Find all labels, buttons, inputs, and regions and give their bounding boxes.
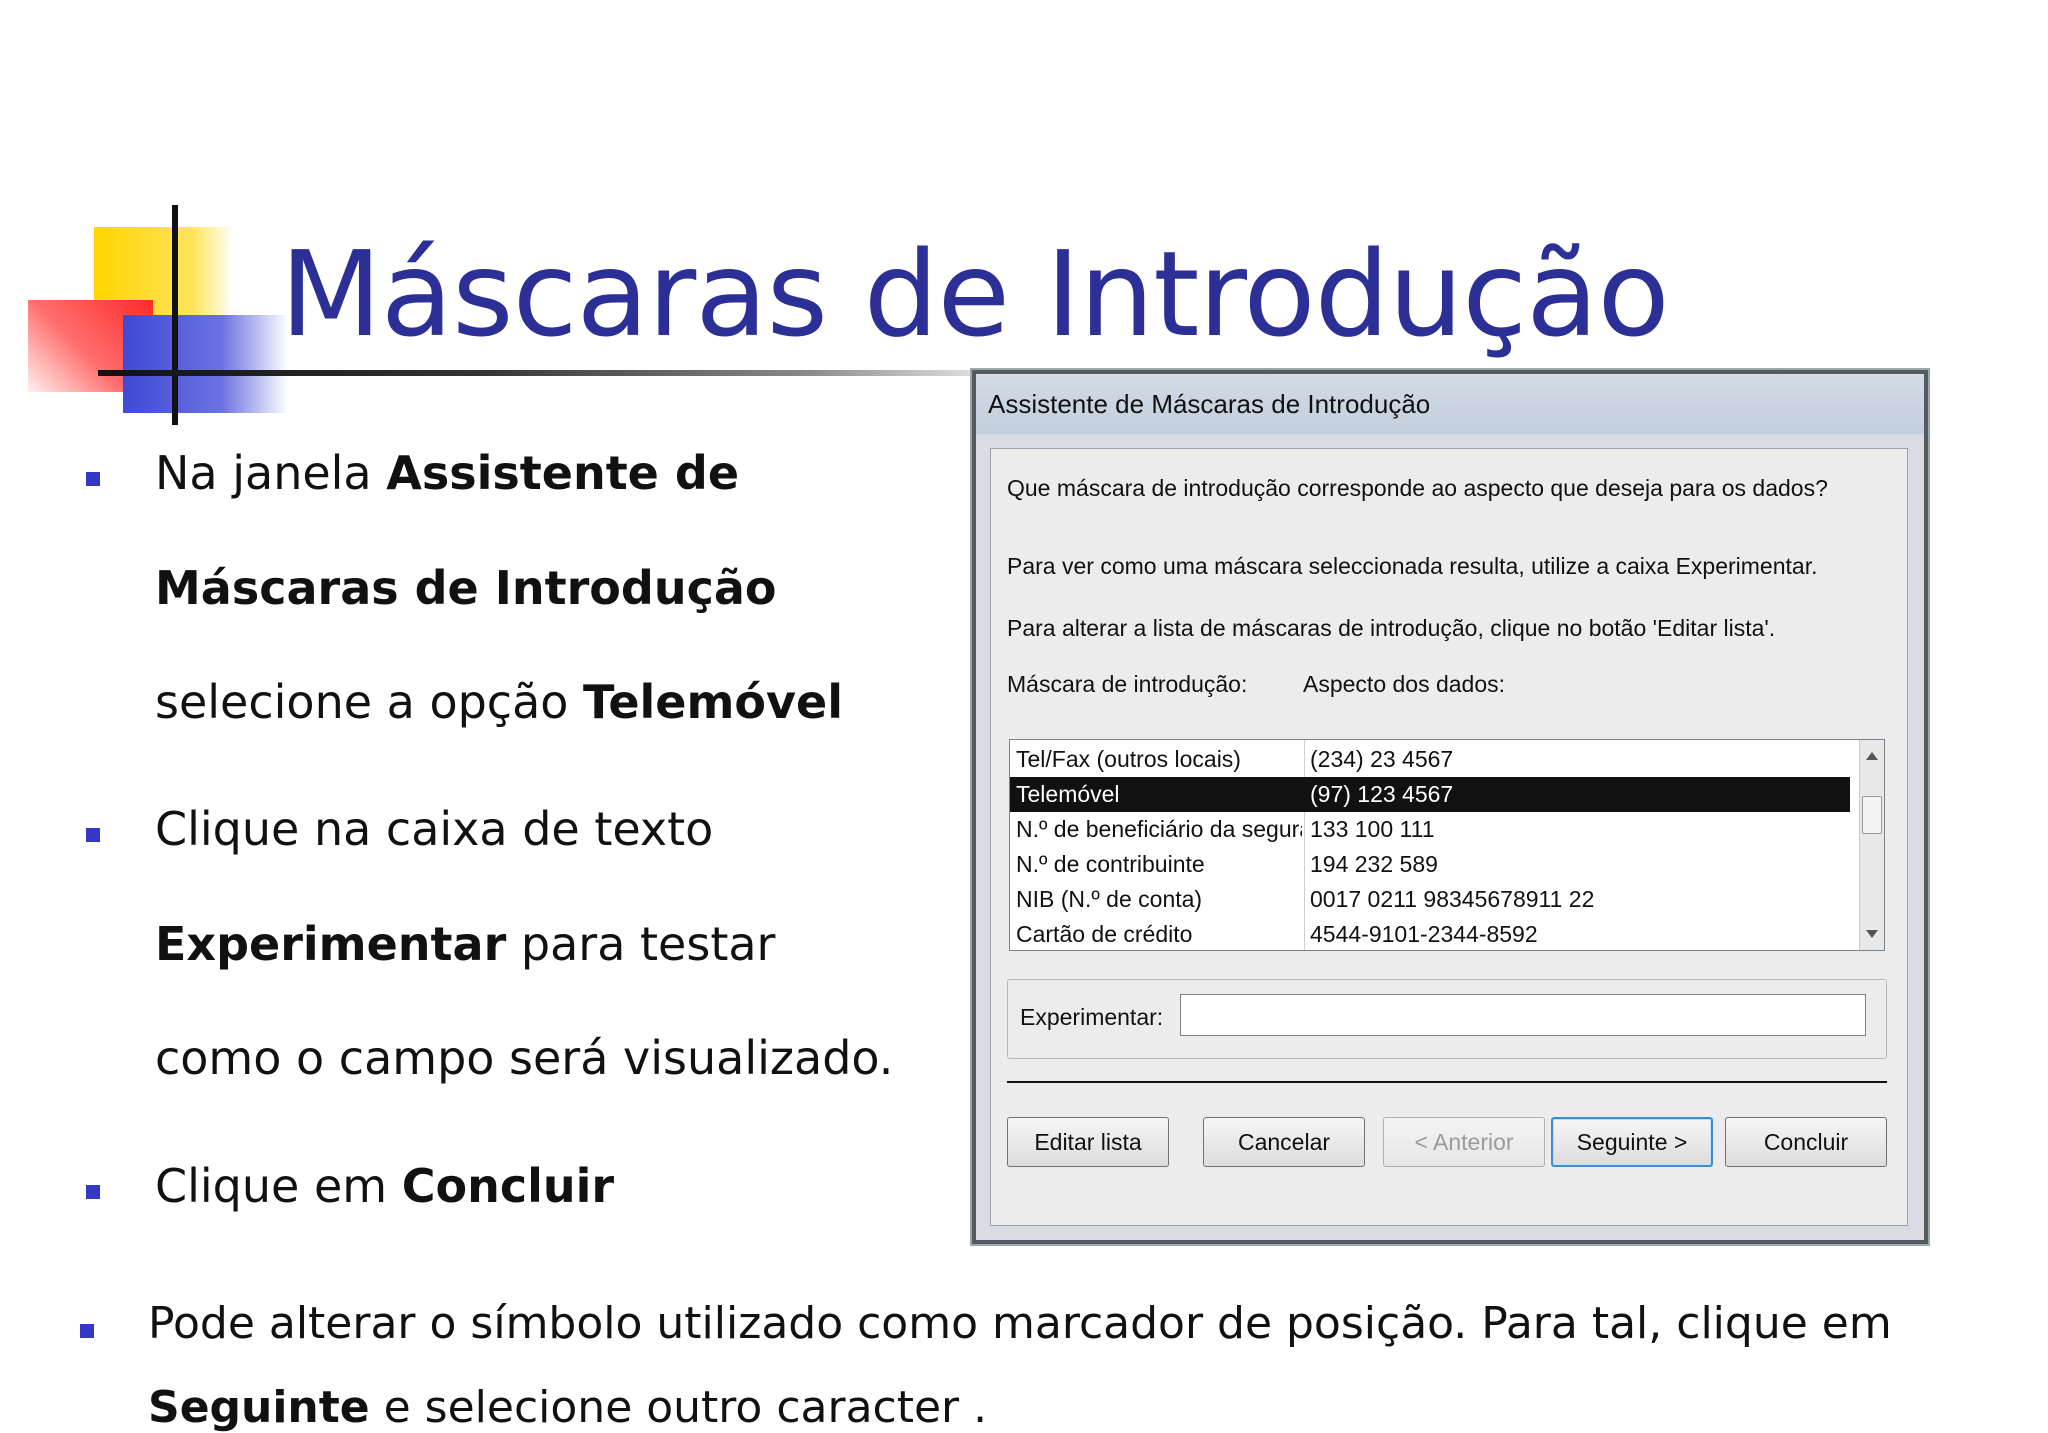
bullet-text: como o campo será visualizado. [155,1031,894,1085]
dialog-title: Assistente de Máscaras de Introdução [988,388,1431,419]
bullet-1-line-3: selecione a opção Telemóvel [155,679,843,725]
list-item[interactable]: NIB (N.º de conta) 0017 0211 98345678911… [1010,882,1850,917]
bullet-bold-text: Concluir [401,1159,615,1213]
list-item[interactable]: Cartão de crédito 4544-9101-2344-8592 [1010,917,1850,952]
mask-sample: (97) 123 4567 [1310,781,1454,807]
bullet-bold-text: Máscaras de Introdução [155,561,777,615]
mask-sample: 0017 0211 98345678911 22 [1310,886,1595,912]
dialog-titlebar[interactable]: Assistente de Máscaras de Introdução [976,374,1924,434]
mask-name: Tel/Fax (outros locais) [1016,746,1241,772]
edit-list-button[interactable]: Editar lista [1007,1117,1169,1167]
bullet-1-line-2: Máscaras de Introdução [155,565,777,611]
bullet-icon [80,1324,94,1338]
bullet-4-line-1: Pode alterar o símbolo utilizado como ma… [148,1302,1892,1346]
bullet-icon [86,828,100,842]
mask-listbox[interactable]: Tel/Fax (outros locais) (234) 23 4567 Te… [1009,739,1885,951]
finish-button[interactable]: Concluir [1725,1117,1887,1167]
list-item-selected[interactable]: Telemóvel (97) 123 4567 [1010,777,1850,812]
slide-title: Máscaras de Introdução [280,225,1670,363]
cancel-button[interactable]: Cancelar [1203,1117,1365,1167]
bullet-text: Pode alterar o símbolo utilizado como ma… [148,1298,1892,1349]
list-item[interactable]: N.º de beneficiário da segurança s 133 1… [1010,812,1850,847]
slide-logo [28,205,1038,425]
bullet-bold-text: Experimentar [155,917,507,971]
dialog-question: Que máscara de introdução corresponde ao… [1007,475,1828,501]
bullet-3-line-1: Clique em Concluir [155,1163,614,1209]
scroll-thumb[interactable] [1862,796,1882,834]
bullet-2-line-1: Clique na caixa de texto [155,806,713,852]
column-header-mask: Máscara de introdução: [1007,671,1248,697]
scroll-down-arrow-icon[interactable] [1866,930,1878,938]
bullet-icon [86,472,100,486]
dialog-hint-try: Para ver como uma máscara seleccionada r… [1007,553,1818,579]
dialog-hint-edit: Para alterar a lista de máscaras de intr… [1007,615,1776,641]
bullet-text: selecione a opção [155,675,584,729]
bullet-4-line-2: Seguinte e selecione outro caracter . [148,1386,987,1430]
try-it-group: Experimentar: [1007,979,1887,1059]
bullet-bold-text: Telemóvel [583,675,843,729]
logo-vertical-bar [172,205,178,425]
column-header-sample: Aspecto dos dados: [1303,671,1506,697]
try-it-input[interactable] [1180,994,1866,1036]
title-underline [98,370,1038,376]
mask-name: Telemóvel [1016,781,1120,807]
mask-name: Cartão de crédito [1016,921,1193,947]
bullet-2-line-3: como o campo será visualizado. [155,1035,893,1081]
list-item[interactable]: N.º de contribuinte 194 232 589 [1010,847,1850,882]
next-button[interactable]: Seguinte > [1551,1117,1713,1167]
logo-blue-square [123,315,288,413]
dialog-body: Que máscara de introdução corresponde ao… [990,448,1908,1226]
bullet-2-line-2: Experimentar para testar [155,921,775,967]
bullet-1-line-1: Na janela Assistente de [155,450,739,496]
mask-name: N.º de beneficiário da segurança s [1016,816,1302,842]
bullet-text: Clique em [155,1159,402,1213]
mask-sample: 133 100 111 [1310,816,1435,842]
mask-name: N.º de contribuinte [1016,851,1205,877]
mask-sample: (234) 23 4567 [1310,746,1454,772]
mask-sample: 194 232 589 [1310,851,1438,877]
mask-name: NIB (N.º de conta) [1016,886,1203,912]
bullet-text: e selecione outro caracter . [369,1382,988,1433]
bullet-text: Clique na caixa de texto [155,802,714,856]
back-button[interactable]: < Anterior [1383,1117,1545,1167]
bullet-text: Na janela [155,446,387,500]
bullet-icon [86,1185,100,1199]
bullet-bold-text: Seguinte [148,1382,370,1433]
list-item[interactable]: Tel/Fax (outros locais) (234) 23 4567 [1010,742,1850,777]
scroll-up-arrow-icon[interactable] [1866,752,1878,760]
bullet-text: para testar [506,917,776,971]
listbox-scrollbar[interactable] [1859,740,1884,950]
mask-sample: 4544-9101-2344-8592 [1310,921,1538,947]
bullet-bold-text: Assistente de [386,446,740,500]
dialog-divider [1007,1081,1887,1083]
input-mask-wizard-dialog: Assistente de Máscaras de Introdução Que… [972,370,1928,1244]
try-it-label: Experimentar: [1020,1004,1164,1030]
